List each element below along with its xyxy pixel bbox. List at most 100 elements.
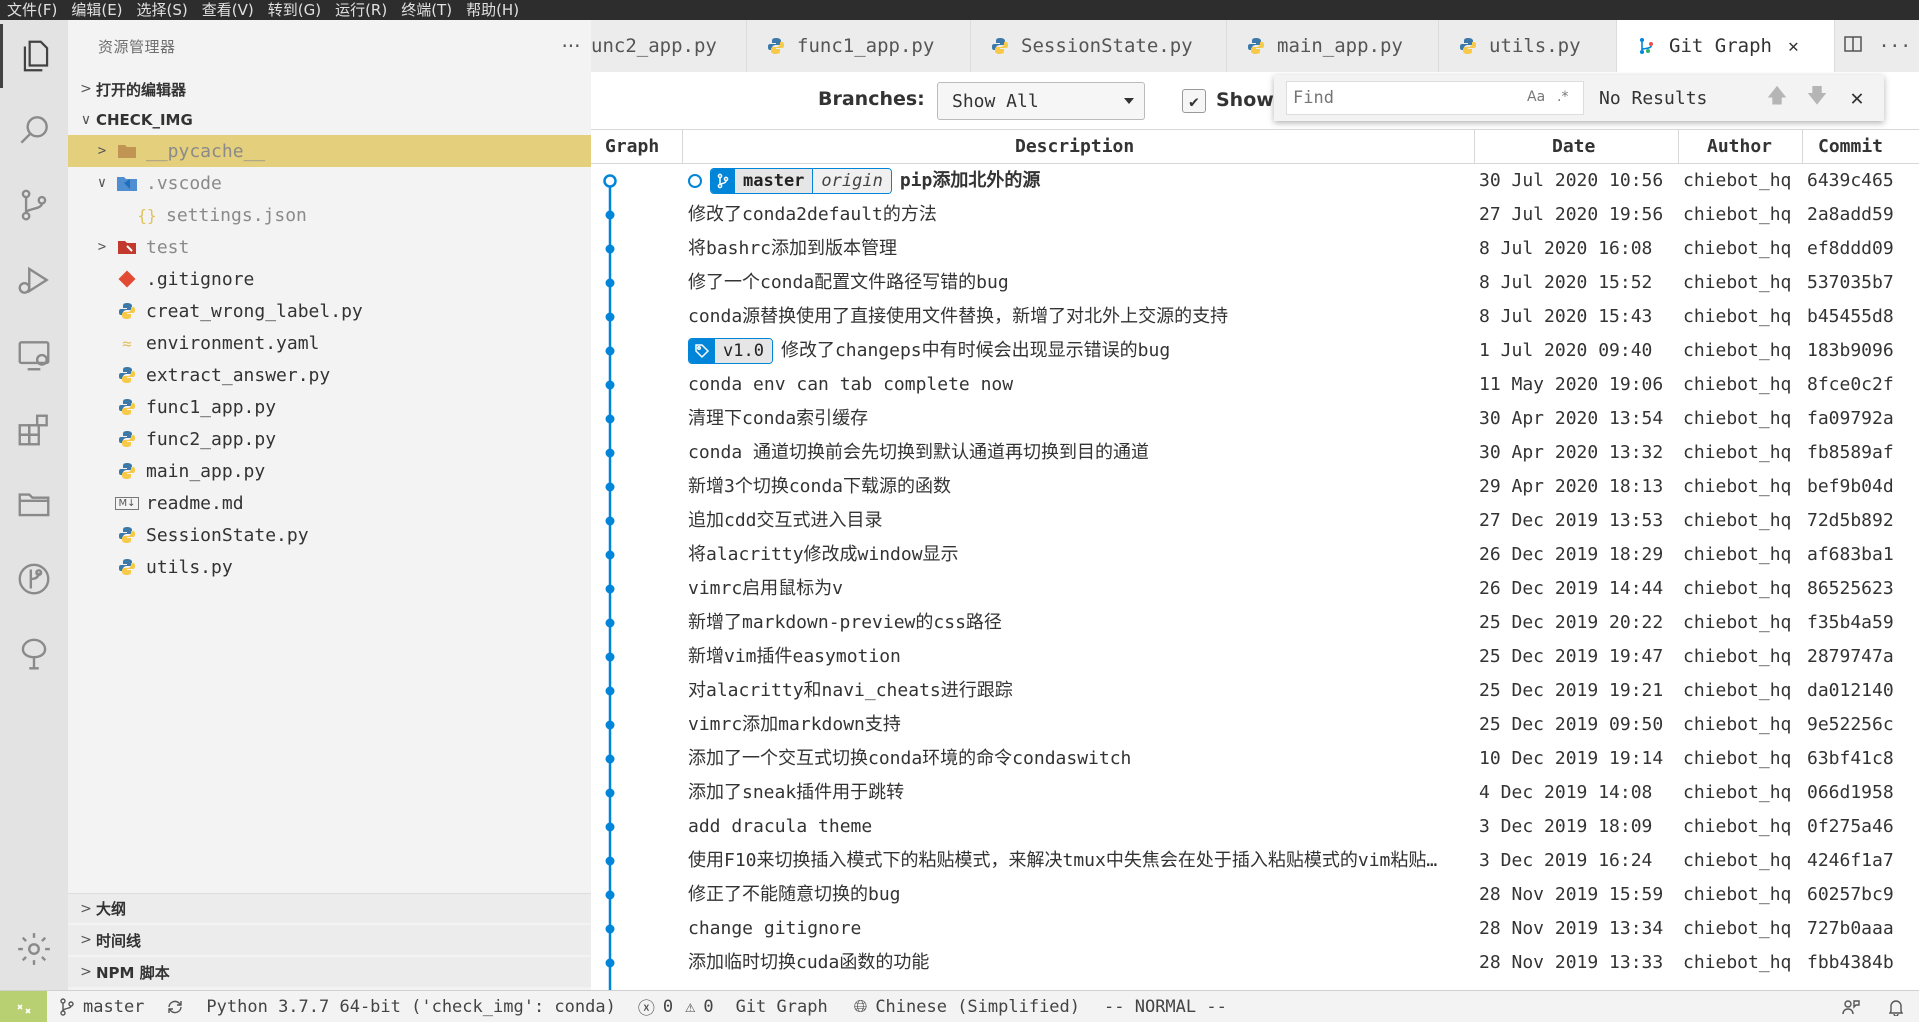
commit-row[interactable]: 对alacritty和navi_cheats进行跟踪 25 Dec 2019 19… — [591, 674, 1919, 708]
tree-item-creat-wrong-label[interactable]: creat_wrong_label.py — [68, 295, 591, 327]
tree-item-settings-json[interactable]: {} settings.json — [68, 199, 591, 231]
tree-item-utils[interactable]: utils.py — [68, 551, 591, 583]
commit-row[interactable]: 修正了不能随意切换的bug 28 Nov 2019 15:59 chiebot_hq… — [591, 878, 1919, 912]
commit-row[interactable]: conda env can tab complete now 11 May 202… — [591, 368, 1919, 402]
commit-row[interactable]: conda源替换使用了直接使用文件替换，新增了对北外上交源的支持 8 Jul 20… — [591, 300, 1919, 334]
menu-view[interactable]: 查看(V) — [195, 0, 261, 20]
problems-status[interactable]: ⓧ 0 ⚠ 0 — [638, 994, 714, 1020]
column-commit[interactable]: Commit — [1818, 130, 1883, 164]
tree-item-environment-yaml[interactable]: ≈ environment.yaml — [68, 327, 591, 359]
menu-run[interactable]: 运行(R) — [328, 0, 394, 20]
close-icon[interactable]: ✕ — [1837, 81, 1877, 115]
tree-item-readme[interactable]: M↓ readme.md — [68, 487, 591, 519]
commit-row[interactable]: 新增了markdown-preview的css路径 25 Dec 2019 20:… — [591, 606, 1919, 640]
explorer-icon[interactable] — [0, 24, 68, 88]
feedback-icon[interactable] — [1841, 998, 1861, 1016]
commit-row[interactable]: 修改了conda2default的方法 27 Jul 2020 19:56 chie… — [591, 198, 1919, 232]
commit-row[interactable]: 追加cdd交互式进入目录 27 Dec 2019 13:53 chiebot_hq 7… — [591, 504, 1919, 538]
git-graph-icon[interactable] — [0, 547, 68, 611]
outline-section[interactable]: > 大纲 — [68, 893, 591, 923]
tab-main-app[interactable]: main_app.py — [1227, 20, 1439, 72]
commit-row[interactable]: 新增vim插件easymotion 25 Dec 2019 19:47 chiebo… — [591, 640, 1919, 674]
commit-row[interactable]: add dracula theme 3 Dec 2019 18:09 chiebot… — [591, 810, 1919, 844]
more-actions-icon[interactable]: ··· — [551, 34, 591, 58]
branch-status[interactable]: master — [59, 997, 144, 1017]
tree-item-vscode[interactable]: ∨ .vscode — [68, 167, 591, 199]
commit-row[interactable]: 添加了sneak插件用于跳转 4 Dec 2019 14:08 chiebot_hq… — [591, 776, 1919, 810]
commit-row[interactable]: 添加了一个交互式切换conda环境的命令condaswitch 10 Dec 20… — [591, 742, 1919, 776]
commit-row[interactable]: 将alacritty修改成window显示 26 Dec 2019 18:29 ch… — [591, 538, 1919, 572]
commit-row[interactable]: 修了一个conda配置文件路径写错的bug 8 Jul 2020 15:52 chi… — [591, 266, 1919, 300]
column-divider[interactable] — [1474, 130, 1475, 164]
commit-hash: 4246f1a7 — [1807, 850, 1894, 871]
column-author[interactable]: Author — [1707, 130, 1772, 164]
notifications-bell-icon[interactable] — [1887, 998, 1905, 1016]
tab-func1-app[interactable]: func1_app.py — [747, 20, 971, 72]
tab-git-graph[interactable]: Git Graph ✕ — [1617, 20, 1835, 72]
tree-item-test[interactable]: > test — [68, 231, 591, 263]
menu-help[interactable]: 帮助(H) — [459, 0, 526, 20]
remote-indicator[interactable] — [0, 991, 47, 1022]
menu-file[interactable]: 文件(F) — [0, 0, 64, 20]
language-status[interactable]: 🌐︎ Chinese (Simplified) — [854, 997, 1080, 1017]
tree-item-sessionstate[interactable]: SessionState.py — [68, 519, 591, 551]
tree-item-extract-answer[interactable]: extract_answer.py — [68, 359, 591, 391]
column-divider[interactable] — [1802, 130, 1803, 164]
commit-row[interactable]: 添加临时切换cuda函数的功能 28 Nov 2019 13:33 chiebot_… — [591, 946, 1919, 980]
tab-func2-app[interactable]: unc2_app.py — [591, 20, 747, 72]
find-input[interactable] — [1293, 88, 1513, 108]
settings-gear-icon[interactable] — [0, 917, 68, 981]
tag-ref-badge[interactable]: v1.0 — [688, 338, 773, 364]
commit-row[interactable]: vimrc添加markdown支持 25 Dec 2019 09:50 chiebo… — [591, 708, 1919, 742]
folder-section[interactable]: ∨ CHECK_IMG — [68, 105, 591, 135]
search-icon[interactable] — [0, 98, 68, 162]
commit-row[interactable]: vimrc启用鼠标为v 26 Dec 2019 14:44 chiebot_hq 86… — [591, 572, 1919, 606]
git-graph-status[interactable]: Git Graph — [736, 997, 828, 1017]
split-editor-icon[interactable] — [1843, 34, 1863, 59]
python-interpreter[interactable]: Python 3.7.7 64-bit ('check_img': conda) — [206, 997, 615, 1017]
tree-item-main-app[interactable]: main_app.py — [68, 455, 591, 487]
commit-row[interactable]: 清理下conda索引缓存 30 Apr 2020 13:54 chiebot_hq f… — [591, 402, 1919, 436]
commit-row[interactable]: conda 通道切换前会先切换到默认通道再切换到目的通道 30 Apr 2020 … — [591, 436, 1919, 470]
close-icon[interactable]: ✕ — [1788, 36, 1799, 57]
tree-icon[interactable] — [0, 622, 68, 686]
sync-icon[interactable] — [166, 998, 192, 1016]
branch-dropdown[interactable]: Show All — [937, 82, 1145, 120]
show-remote-checkbox[interactable]: ✔ — [1182, 89, 1206, 113]
menu-go[interactable]: 转到(G) — [261, 0, 328, 20]
tree-item-pycache[interactable]: > __pycache__ — [68, 135, 591, 167]
regex-toggle[interactable]: .* — [1557, 89, 1568, 105]
commit-row[interactable]: v1.0 修改了changeps中有时候会出现显示错误的bug 1 Jul 2020… — [591, 334, 1919, 368]
column-divider[interactable] — [1678, 130, 1679, 164]
menu-edit[interactable]: 编辑(E) — [64, 0, 129, 20]
arrow-up-icon[interactable]: 🡅 — [1757, 81, 1797, 115]
run-debug-icon[interactable] — [0, 248, 68, 312]
column-graph[interactable]: Graph — [605, 130, 659, 164]
commit-row[interactable]: 新增3个切换conda下载源的函数 29 Apr 2020 18:13 chiebo… — [591, 470, 1919, 504]
commit-row[interactable]: master origin pip添加北外的源 30 Jul 2020 10:56 ch… — [591, 164, 1919, 198]
tab-utils[interactable]: utils.py — [1439, 20, 1617, 72]
menu-terminal[interactable]: 终端(T) — [394, 0, 459, 20]
column-date[interactable]: Date — [1552, 130, 1595, 164]
tree-item-func1-app[interactable]: func1_app.py — [68, 391, 591, 423]
arrow-down-icon[interactable]: 🡇 — [1797, 81, 1837, 115]
more-actions-icon[interactable]: ··· — [1879, 36, 1912, 57]
timeline-section[interactable]: > 时间线 — [68, 925, 591, 955]
folder-icon[interactable] — [0, 472, 68, 536]
tree-item-func2-app[interactable]: func2_app.py — [68, 423, 591, 455]
column-description[interactable]: Description — [1015, 130, 1134, 164]
source-control-icon[interactable] — [0, 173, 68, 237]
extensions-icon[interactable] — [0, 398, 68, 462]
menu-selection[interactable]: 选择(S) — [130, 0, 195, 20]
tab-sessionstate[interactable]: SessionState.py — [971, 20, 1227, 72]
column-divider[interactable] — [682, 130, 683, 164]
commit-row[interactable]: change gitignore 28 Nov 2019 13:34 chiebot… — [591, 912, 1919, 946]
commit-row[interactable]: 使用F10来切换插入模式下的粘贴模式，来解决tmux中失焦会在处于插入粘贴模式的… — [591, 844, 1919, 878]
remote-explorer-icon[interactable] — [0, 323, 68, 387]
branch-ref-badge[interactable]: master origin — [710, 168, 892, 194]
open-editors-section[interactable]: > 打开的编辑器 — [68, 74, 591, 104]
match-case-toggle[interactable]: Aa — [1527, 89, 1545, 105]
commit-row[interactable]: 将bashrc添加到版本管理 8 Jul 2020 16:08 chiebot_hq… — [591, 232, 1919, 266]
npm-scripts-section[interactable]: > NPM 脚本 — [68, 957, 591, 987]
tree-item-gitignore[interactable]: .gitignore — [68, 263, 591, 295]
